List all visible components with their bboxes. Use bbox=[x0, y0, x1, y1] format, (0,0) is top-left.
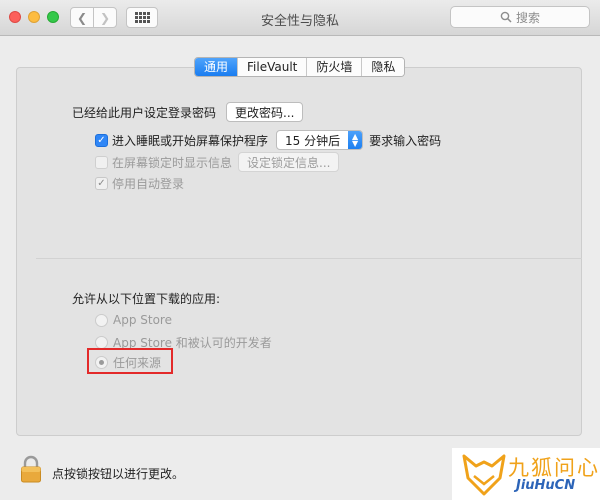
downloads-heading: 允许从以下位置下载的应用: bbox=[72, 290, 220, 307]
password-set-label: 已经给此用户设定登录密码 bbox=[72, 105, 217, 120]
section-divider bbox=[36, 258, 582, 259]
search-input[interactable]: 搜索 bbox=[450, 6, 590, 28]
app-store-label: App Store bbox=[113, 313, 172, 327]
require-password-label: 进入睡眠或开始屏幕保护程序 bbox=[112, 133, 269, 148]
require-password-row: ✓ 进入睡眠或开始屏幕保护程序 15 分钟后 ▲ ▼ 要求输入密码 bbox=[95, 130, 441, 150]
tab-filevault[interactable]: FileVault bbox=[237, 58, 307, 76]
auto-login-row: ✓ 停用自动登录 bbox=[95, 175, 184, 192]
tab-privacy[interactable]: 隐私 bbox=[361, 58, 405, 76]
download-option-app-store[interactable]: App Store bbox=[95, 313, 172, 327]
show-message-row: 在屏幕锁定时显示信息 设定锁定信息... bbox=[95, 152, 340, 172]
fox-logo-icon bbox=[462, 454, 506, 496]
disable-auto-login-label: 停用自动登录 bbox=[112, 177, 185, 191]
set-lock-message-button[interactable]: 设定锁定信息... bbox=[238, 152, 340, 172]
downloads-label: 允许从以下位置下载的应用: bbox=[72, 292, 221, 306]
search-placeholder: 搜索 bbox=[515, 10, 540, 25]
tab-firewall[interactable]: 防火墙 bbox=[306, 58, 362, 76]
watermark-en-text: JiuHuCN bbox=[516, 478, 576, 493]
title-bar: ❮ ❯ 安全性与隐私 搜索 bbox=[0, 0, 600, 36]
password-delay-value: 15 分钟后 bbox=[285, 133, 341, 148]
app-store-radio[interactable] bbox=[95, 313, 108, 327]
content-panel bbox=[16, 67, 582, 436]
require-password-suffix: 要求输入密码 bbox=[369, 133, 442, 148]
highlight-box bbox=[87, 348, 173, 374]
show-message-label: 在屏幕锁定时显示信息 bbox=[112, 155, 233, 170]
chevron-updown-icon: ▲ ▼ bbox=[348, 131, 363, 149]
require-password-checkbox[interactable]: ✓ bbox=[95, 133, 108, 147]
change-password-button[interactable]: 更改密码... bbox=[226, 102, 304, 122]
tab-general[interactable]: 通用 bbox=[195, 58, 238, 76]
password-delay-select[interactable]: 15 分钟后 ▲ ▼ bbox=[276, 130, 364, 150]
search-icon bbox=[500, 11, 512, 23]
show-message-checkbox[interactable] bbox=[95, 155, 108, 169]
tab-bar: 通用 FileVault 防火墙 隐私 bbox=[194, 57, 406, 77]
lock-icon[interactable] bbox=[20, 455, 42, 483]
disable-auto-login-checkbox[interactable]: ✓ bbox=[95, 177, 108, 190]
password-row: 已经给此用户设定登录密码 更改密码... bbox=[72, 102, 304, 122]
lock-hint: 点按锁按钮以进行更改。 bbox=[52, 467, 185, 481]
